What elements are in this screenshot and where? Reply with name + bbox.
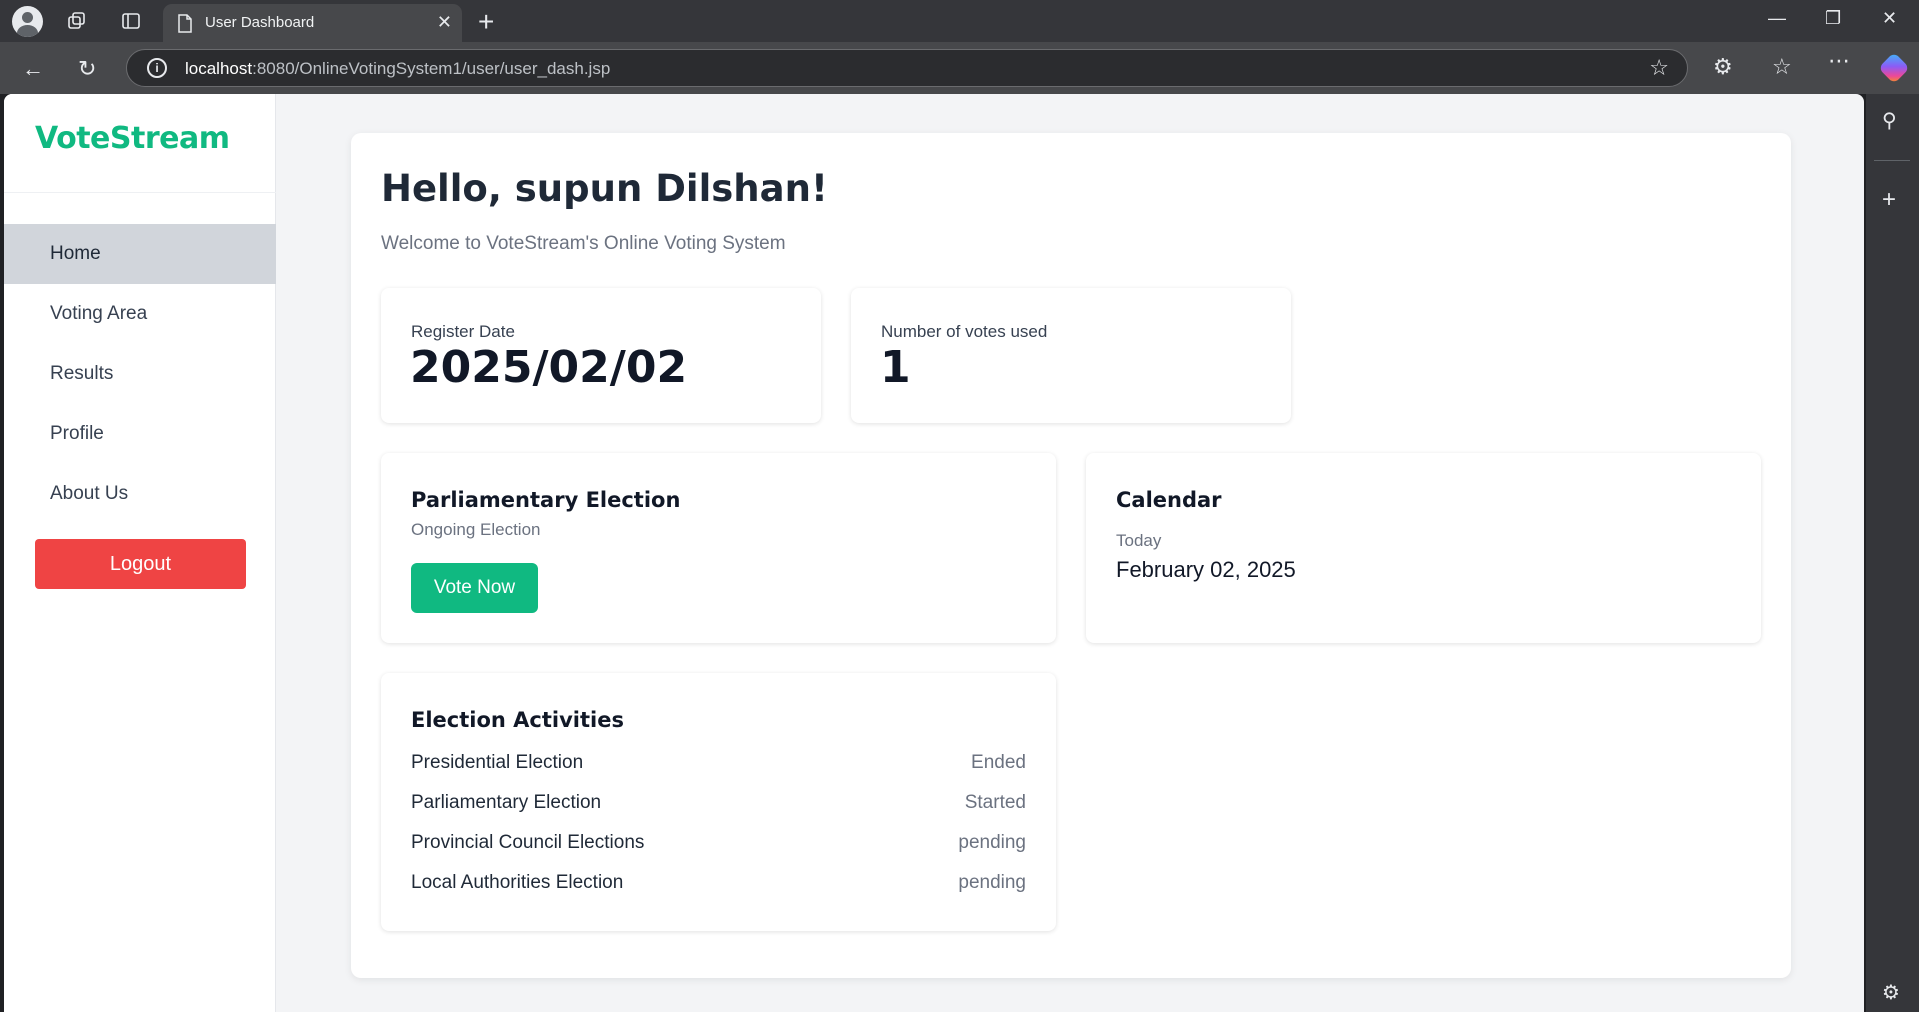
register-date-card: Register Date 2025/02/02 <box>381 288 821 423</box>
vote-now-button[interactable]: Vote Now <box>411 563 538 613</box>
browser-tab[interactable]: User Dashboard ✕ <box>163 4 462 42</box>
extensions-icon[interactable]: ⚙ <box>1713 54 1733 80</box>
sidebar-item-about-us[interactable]: About Us <box>4 464 276 524</box>
browser-tab-bar: User Dashboard ✕ + — ❐ ✕ <box>0 0 1919 42</box>
sidebar-item-voting-area[interactable]: Voting Area <box>4 284 276 344</box>
activity-status: pending <box>958 872 1026 893</box>
activity-row: Parliamentary Election Started <box>411 788 1026 818</box>
dashboard-card: Hello, supun Dilshan! Welcome to VoteStr… <box>351 133 1791 978</box>
more-menu-icon[interactable]: ⋯ <box>1828 48 1850 74</box>
profile-avatar-icon[interactable] <box>12 6 43 37</box>
votes-used-label: Number of votes used <box>881 322 1048 341</box>
activities-title: Election Activities <box>411 708 624 732</box>
activity-status: Ended <box>971 752 1026 773</box>
register-date-label: Register Date <box>411 322 515 341</box>
activity-row: Provincial Council Elections pending <box>411 828 1026 858</box>
brand-divider <box>4 192 276 193</box>
reload-icon[interactable]: ↻ <box>78 56 96 82</box>
activity-name: Local Authorities Election <box>411 872 624 893</box>
sidebar-item-profile[interactable]: Profile <box>4 404 276 464</box>
tab-title: User Dashboard <box>205 14 315 31</box>
browser-address-bar: ← ↻ i localhost:8080/OnlineVotingSystem1… <box>0 42 1919 94</box>
calendar-today-label: Today <box>1116 531 1162 550</box>
brand-logo[interactable]: VoteStream <box>35 121 230 156</box>
workspaces-icon[interactable] <box>64 8 90 34</box>
favorites-icon[interactable]: ☆ <box>1772 54 1792 80</box>
calendar-title: Calendar <box>1116 488 1222 512</box>
settings-gear-icon[interactable]: ⚙ <box>1882 980 1900 1005</box>
welcome-text: Welcome to VoteStream's Online Voting Sy… <box>381 233 786 254</box>
calendar-date: February 02, 2025 <box>1116 557 1296 582</box>
votes-used-card: Number of votes used 1 <box>851 288 1291 423</box>
activity-row: Presidential Election Ended <box>411 748 1026 778</box>
activity-name: Provincial Council Elections <box>411 832 645 853</box>
page-icon <box>177 14 193 38</box>
activity-row: Local Authorities Election pending <box>411 868 1026 898</box>
election-status: Ongoing Election <box>411 520 541 539</box>
register-date-value: 2025/02/02 <box>410 342 688 393</box>
page-title: Hello, supun Dilshan! <box>381 167 828 210</box>
activity-status: pending <box>958 832 1026 853</box>
site-info-icon[interactable]: i <box>147 58 167 78</box>
election-activities-card: Election Activities Presidential Electio… <box>381 673 1056 931</box>
copilot-icon[interactable] <box>1878 52 1910 84</box>
minimize-icon[interactable]: — <box>1768 8 1786 29</box>
url-host: localhost <box>185 59 253 78</box>
back-arrow-icon[interactable]: ← <box>22 56 44 82</box>
activity-name: Presidential Election <box>411 752 584 773</box>
activity-status: Started <box>964 792 1026 813</box>
url-field[interactable]: i localhost:8080/OnlineVotingSystem1/use… <box>126 49 1688 87</box>
sidebar-item-results[interactable]: Results <box>4 344 276 404</box>
close-tab-icon[interactable]: ✕ <box>437 12 452 33</box>
close-window-icon[interactable]: ✕ <box>1882 8 1897 29</box>
new-tab-icon[interactable]: + <box>478 6 494 38</box>
calendar-card: Calendar Today February 02, 2025 <box>1086 453 1761 643</box>
search-icon[interactable]: ⚲ <box>1882 108 1897 133</box>
side-panel-divider <box>1874 160 1910 161</box>
election-title: Parliamentary Election <box>411 488 681 512</box>
restore-icon[interactable]: ❐ <box>1825 8 1841 29</box>
favorite-star-icon[interactable]: ☆ <box>1649 55 1669 81</box>
sidebar: VoteStream Home Voting Area Results Prof… <box>4 94 276 1012</box>
votes-used-value: 1 <box>880 342 911 393</box>
sidebar-item-home[interactable]: Home <box>4 224 276 284</box>
election-card: Parliamentary Election Ongoing Election … <box>381 453 1056 643</box>
page-viewport: VoteStream Home Voting Area Results Prof… <box>4 94 1864 1012</box>
add-icon[interactable]: + <box>1882 186 1896 214</box>
activity-name: Parliamentary Election <box>411 792 602 813</box>
logout-button[interactable]: Logout <box>35 539 246 589</box>
tab-actions-icon[interactable] <box>118 8 144 34</box>
browser-side-panel: ⚲ + ⚙ <box>1866 94 1919 1012</box>
url-path: :8080/OnlineVotingSystem1/user/user_dash… <box>252 59 611 78</box>
